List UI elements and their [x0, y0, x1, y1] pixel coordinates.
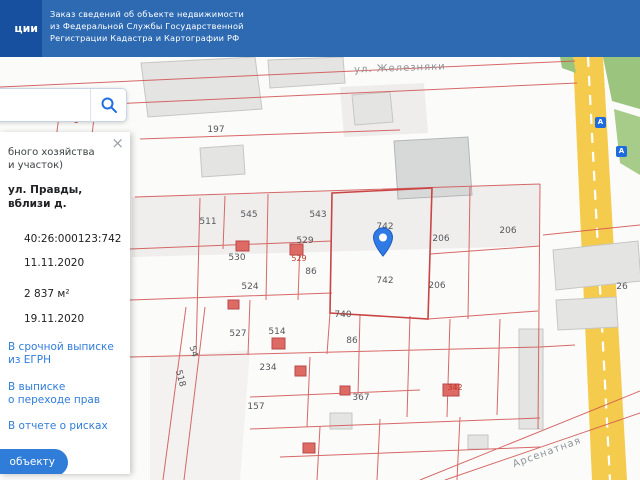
- parcel-label: 545: [240, 210, 257, 220]
- banner-line-3: Регистрации Кадастра и Картографии РФ: [50, 33, 240, 43]
- house: [294, 365, 307, 377]
- parcel-label: 742: [376, 276, 393, 286]
- object-info-panel: × бного хозяйства и участок) ул. Правды,…: [0, 132, 130, 474]
- house: [235, 240, 250, 252]
- link-egrn-extract[interactable]: В срочной выписке из ЕГРН: [8, 341, 124, 367]
- screen: ул. Железняки Арсенатная 197 511 545 543 742 2…: [0, 0, 640, 480]
- parcel-label: 511: [199, 217, 216, 227]
- building: [518, 328, 544, 430]
- building: [555, 296, 619, 331]
- logo-text-fragment: ции: [0, 0, 42, 57]
- map-pin[interactable]: [371, 227, 395, 259]
- parcel-label: 527: [229, 329, 246, 339]
- pin-icon: [372, 227, 394, 257]
- top-banner: ции Заказ сведений об объекте недвижимос…: [0, 0, 640, 57]
- building: [351, 91, 394, 126]
- parcel-label: 206: [428, 281, 445, 291]
- land-use-line-1: бного хозяйства: [8, 147, 95, 158]
- parcel-label: 206: [499, 226, 516, 236]
- search-bar: [0, 88, 127, 122]
- parcel-label: 86: [346, 336, 358, 346]
- close-icon[interactable]: ×: [109, 134, 126, 153]
- street-label: ул. Железняки: [354, 61, 446, 75]
- parcel-label: 26: [616, 282, 628, 292]
- parcel-label: 197: [207, 125, 224, 135]
- parcel-label: 86: [305, 267, 317, 277]
- bus-stop-icon[interactable]: А: [616, 146, 627, 157]
- parcel-label: 514: [268, 327, 285, 337]
- object-area: 2 837 м²: [24, 288, 70, 301]
- parcel-label: 157: [247, 402, 264, 412]
- search-input[interactable]: [0, 89, 90, 121]
- order-banner: Заказ сведений об объекте недвижимости и…: [50, 8, 244, 44]
- building: [467, 434, 489, 450]
- parcel-label: 206: [432, 234, 449, 244]
- date-updated: 19.11.2020: [24, 313, 85, 326]
- street-label: Арсенатная: [511, 435, 582, 470]
- banner-line-1: Заказ сведений об объекте недвижимости: [50, 9, 245, 19]
- parcel-label: 367: [352, 393, 369, 403]
- link-rights-transfer[interactable]: В выписке о переходе прав: [8, 381, 124, 407]
- house: [302, 442, 316, 454]
- search-icon: [101, 97, 117, 113]
- parcel-label: 740: [334, 310, 351, 320]
- goto-object-button[interactable]: объекту: [0, 448, 68, 474]
- house: [271, 337, 286, 350]
- bus-stop-icon[interactable]: А: [595, 117, 606, 128]
- object-address: ул. Правды, вблизи д.: [8, 184, 83, 210]
- parcel-label: 524: [241, 282, 258, 292]
- date-registered: 11.11.2020: [24, 257, 85, 270]
- parcel-label: 530: [228, 253, 245, 263]
- parcel-label: 529: [296, 236, 313, 246]
- link-risk-report[interactable]: В отчете о рисках: [8, 420, 124, 433]
- building: [267, 57, 346, 89]
- house: [339, 385, 351, 396]
- house: [227, 299, 240, 310]
- parcel-label: 529: [291, 254, 306, 263]
- cadastral-number: 40:26:000123:742: [24, 233, 122, 246]
- parcel-label: 543: [309, 210, 326, 220]
- building: [140, 57, 263, 118]
- banner-line-2: из Федеральной Службы Государственной: [50, 21, 244, 31]
- parcel-label: 342: [447, 383, 462, 392]
- land-use-line-2: и участок): [8, 160, 64, 171]
- parcel-label: 234: [259, 363, 276, 373]
- search-button[interactable]: [90, 89, 126, 121]
- building: [199, 144, 246, 178]
- building: [329, 412, 353, 430]
